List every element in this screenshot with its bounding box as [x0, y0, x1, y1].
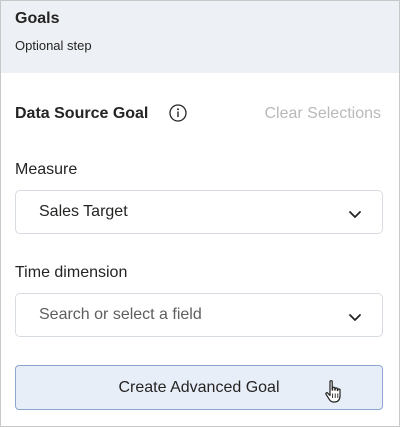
- clear-selections-button[interactable]: Clear Selections: [265, 105, 382, 123]
- chevron-down-icon: [348, 207, 362, 218]
- panel-subtitle: Optional step: [15, 38, 92, 53]
- time-dimension-dropdown[interactable]: Search or select a field: [15, 293, 383, 337]
- hand-pointer-cursor-icon: [323, 379, 345, 405]
- time-dimension-label: Time dimension: [15, 264, 128, 281]
- measure-selected-value: Sales Target: [39, 203, 128, 220]
- panel-header: Goals Optional step: [1, 1, 399, 73]
- info-icon[interactable]: [169, 104, 187, 122]
- panel-title: Goals: [15, 10, 60, 27]
- section-header: Data Source Goal Clear Selections: [15, 101, 385, 129]
- time-dimension-placeholder: Search or select a field: [39, 306, 202, 323]
- section-title: Data Source Goal: [15, 105, 149, 122]
- chevron-down-icon: [348, 310, 362, 321]
- measure-label: Measure: [15, 161, 78, 178]
- goals-panel: Goals Optional step Data Source Goal Cle…: [0, 0, 400, 427]
- measure-dropdown[interactable]: Sales Target: [15, 190, 383, 234]
